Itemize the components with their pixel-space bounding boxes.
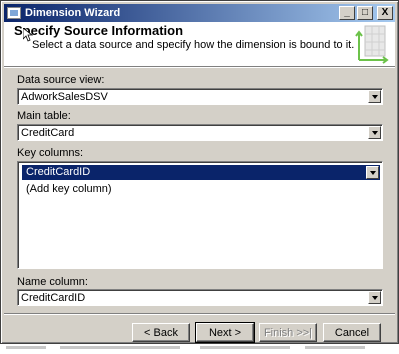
data-source-view-dropdown-button[interactable] <box>368 90 381 103</box>
key-column-row-selected[interactable]: CreditCardID <box>22 165 380 180</box>
mouse-cursor-icon <box>23 28 33 42</box>
finish-button[interactable]: Finish >>| <box>259 323 317 342</box>
page-subtitle: Select a data source and specify how the… <box>32 39 355 51</box>
main-table-dropdown[interactable]: CreditCard <box>17 124 383 141</box>
background-document-strip <box>0 344 399 354</box>
wizard-app-icon <box>7 7 21 19</box>
main-table-value: CreditCard <box>21 127 75 139</box>
name-column-label: Name column: <box>17 276 88 288</box>
data-source-view-label: Data source view: <box>17 74 105 86</box>
key-column-value: CreditCardID <box>26 166 91 178</box>
dimension-cube-icon <box>355 25 389 64</box>
back-button[interactable]: < Back <box>132 323 190 342</box>
window-title: Dimension Wizard <box>25 7 121 19</box>
main-table-dropdown-button[interactable] <box>368 126 381 139</box>
header-divider <box>4 66 395 68</box>
footer-divider <box>4 313 395 315</box>
title-bar[interactable]: Dimension Wizard _ □ X <box>4 4 395 22</box>
add-key-column-item[interactable]: (Add key column) <box>26 183 112 195</box>
key-column-dropdown-button[interactable] <box>366 166 379 179</box>
chevron-down-icon <box>371 130 378 135</box>
minimize-button[interactable]: _ <box>339 6 355 20</box>
key-columns-list[interactable]: CreditCardID (Add key column) <box>17 161 383 269</box>
dimension-wizard-window: Dimension Wizard _ □ X Specify Source In… <box>0 0 399 344</box>
chevron-down-icon <box>369 170 376 175</box>
data-source-view-dropdown[interactable]: AdworkSalesDSV <box>17 88 383 105</box>
name-column-dropdown-button[interactable] <box>368 291 381 304</box>
cancel-button[interactable]: Cancel <box>323 323 381 342</box>
key-columns-label: Key columns: <box>17 147 84 159</box>
wizard-header: Specify Source Information Select a data… <box>4 22 395 66</box>
data-source-view-value: AdworkSalesDSV <box>21 91 108 103</box>
chevron-down-icon <box>371 295 378 300</box>
name-column-dropdown[interactable]: CreditCardID <box>17 289 383 306</box>
close-button[interactable]: X <box>377 6 393 20</box>
maximize-button[interactable]: □ <box>357 6 373 20</box>
main-table-label: Main table: <box>17 110 71 122</box>
chevron-down-icon <box>371 94 378 99</box>
page-title: Specify Source Information <box>14 23 184 38</box>
next-button[interactable]: Next > <box>195 322 255 343</box>
name-column-value: CreditCardID <box>21 292 86 304</box>
